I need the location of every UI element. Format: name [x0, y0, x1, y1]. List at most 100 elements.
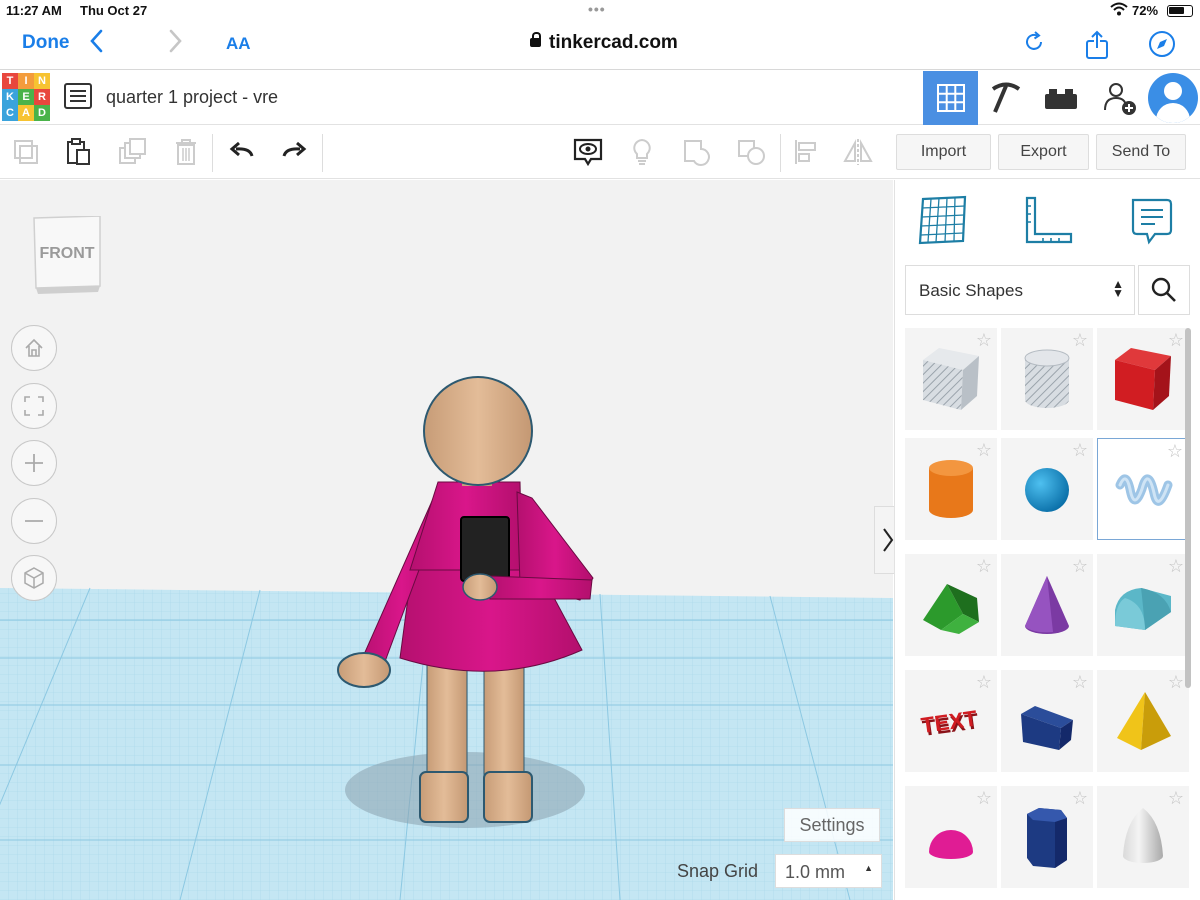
redo-icon[interactable]	[278, 136, 310, 168]
done-button[interactable]: Done	[22, 32, 70, 54]
shape-polygon[interactable]: ☆	[1001, 786, 1093, 888]
browser-toolbar: Done AA tinkercad.com	[0, 22, 1200, 70]
shape-wedge[interactable]: ☆	[1001, 670, 1093, 772]
zoom-in-button[interactable]	[11, 440, 57, 486]
notes-tool-button[interactable]	[1123, 194, 1179, 250]
workplane-grid-icon	[918, 195, 967, 245]
snap-grid-select[interactable]: 1.0 mm ▲	[775, 854, 882, 888]
shape-pyramid[interactable]: ☆	[1097, 670, 1189, 772]
chevron-right-icon	[883, 528, 894, 552]
bricks-view-button[interactable]	[1033, 71, 1088, 125]
group-icon[interactable]	[682, 136, 714, 168]
lightbulb-icon[interactable]	[626, 136, 658, 168]
user-avatar[interactable]	[1148, 73, 1198, 123]
shape-half-sphere[interactable]: ☆	[905, 786, 997, 888]
snap-grid-label: Snap Grid	[677, 861, 759, 881]
align-icon[interactable]	[790, 136, 822, 168]
toolbar-divider	[212, 134, 213, 172]
shape-cylinder[interactable]: ☆	[905, 438, 997, 540]
pyramid-icon	[1117, 692, 1171, 750]
grid-view-icon	[936, 84, 965, 112]
logo-letter: E	[18, 89, 34, 105]
search-icon	[1151, 277, 1176, 302]
lock-icon	[530, 32, 541, 47]
mirror-icon[interactable]	[842, 136, 874, 168]
logo-letter: I	[18, 73, 34, 89]
shape-sphere[interactable]: ☆	[1001, 438, 1093, 540]
home-icon	[25, 338, 43, 357]
view-cube-label: FRONT	[39, 245, 94, 262]
perspective-cube-icon	[24, 567, 44, 589]
import-button[interactable]: Import	[896, 134, 991, 170]
half-sphere-icon	[929, 830, 973, 859]
multitask-dots-icon[interactable]: •••	[588, 1, 606, 17]
battery-icon	[1167, 5, 1193, 17]
logo-letter: C	[2, 105, 18, 121]
design-list-icon[interactable]	[64, 83, 92, 109]
shape-roof[interactable]: ☆	[905, 554, 997, 656]
forward-arrow-icon[interactable]	[168, 28, 184, 61]
workplane-tool-button[interactable]	[917, 194, 973, 250]
reload-icon[interactable]	[1022, 30, 1046, 60]
select-arrows-icon: ▲ ▼	[1112, 277, 1124, 300]
send-to-button[interactable]: Send To	[1096, 134, 1186, 170]
undo-icon[interactable]	[226, 136, 258, 168]
text-size-button[interactable]: AA	[226, 34, 251, 54]
copy-icon[interactable]	[10, 136, 42, 168]
back-arrow-icon[interactable]	[88, 28, 104, 61]
wedge-icon	[1021, 706, 1073, 750]
notes-visibility-icon[interactable]	[572, 136, 604, 168]
ruler-tool-button[interactable]	[1019, 194, 1075, 250]
compass-icon[interactable]	[1148, 30, 1176, 64]
roof-icon	[923, 584, 979, 634]
shape-cylinder-hole[interactable]: ☆	[1001, 328, 1093, 430]
tinkercad-logo[interactable]: T I N K E R C A D	[2, 73, 50, 121]
text-icon: TEXT TEXT	[919, 705, 980, 740]
toolbar-divider	[322, 134, 323, 172]
toolbar-divider	[780, 134, 781, 172]
shape-cone[interactable]: ☆	[1001, 554, 1093, 656]
view-cube[interactable]: FRONT	[32, 215, 102, 294]
shape-paraboloid[interactable]: ☆	[1097, 786, 1189, 888]
ortho-view-button[interactable]	[11, 555, 57, 601]
shape-scribble[interactable]: ☆	[1097, 438, 1189, 540]
logo-letter: D	[34, 105, 50, 121]
share-icon[interactable]	[1084, 30, 1110, 66]
logo-letter: T	[2, 73, 18, 89]
shapes-panel: Basic Shapes ▲ ▼ ☆ ☆ ☆ ☆ ☆ ☆ ☆ ☆ ☆ ☆ TEX…	[894, 180, 1200, 900]
shape-search-button[interactable]	[1138, 265, 1190, 315]
box-icon	[1115, 348, 1171, 410]
workplane-viewport[interactable]: FRONT Settings Snap Grid 1.0 mm ▲	[0, 180, 893, 900]
shape-text[interactable]: ☆ TEXT TEXT	[905, 670, 997, 772]
export-button[interactable]: Export	[998, 134, 1089, 170]
url-text: tinkercad.com	[549, 32, 678, 53]
logo-letter: N	[34, 73, 50, 89]
caret-up-icon: ▲	[864, 863, 873, 873]
box-hole-icon	[923, 348, 979, 410]
fit-view-button[interactable]	[11, 383, 57, 429]
ruler-icon	[1025, 196, 1073, 244]
minus-icon	[25, 520, 43, 522]
status-bar: 11:27 AM Thu Oct 27 ••• 72%	[0, 0, 1200, 22]
minecraft-view-button[interactable]	[978, 71, 1033, 125]
shape-box[interactable]: ☆	[1097, 328, 1189, 430]
shape-round-roof[interactable]: ☆	[1097, 554, 1189, 656]
url-bar[interactable]: tinkercad.com	[530, 32, 678, 54]
settings-button[interactable]: Settings	[784, 808, 880, 842]
invite-user-button[interactable]	[1092, 71, 1147, 125]
paste-icon[interactable]	[62, 136, 94, 168]
delete-icon[interactable]	[170, 136, 202, 168]
ungroup-icon[interactable]	[736, 136, 768, 168]
zoom-out-button[interactable]	[11, 498, 57, 544]
project-title[interactable]: quarter 1 project - vre	[106, 87, 278, 108]
3d-design-view-button[interactable]	[923, 71, 978, 125]
shape-box-hole[interactable]: ☆	[905, 328, 997, 430]
battery-percent: 72%	[1132, 3, 1159, 18]
shape-category-value: Basic Shapes	[919, 281, 1023, 300]
shape-category-select[interactable]: Basic Shapes ▲ ▼	[905, 265, 1135, 315]
home-view-button[interactable]	[11, 325, 57, 371]
logo-letter: R	[34, 89, 50, 105]
panel-scrollbar[interactable]	[1185, 328, 1191, 688]
duplicate-icon[interactable]	[116, 136, 148, 168]
round-roof-icon	[1115, 588, 1171, 630]
